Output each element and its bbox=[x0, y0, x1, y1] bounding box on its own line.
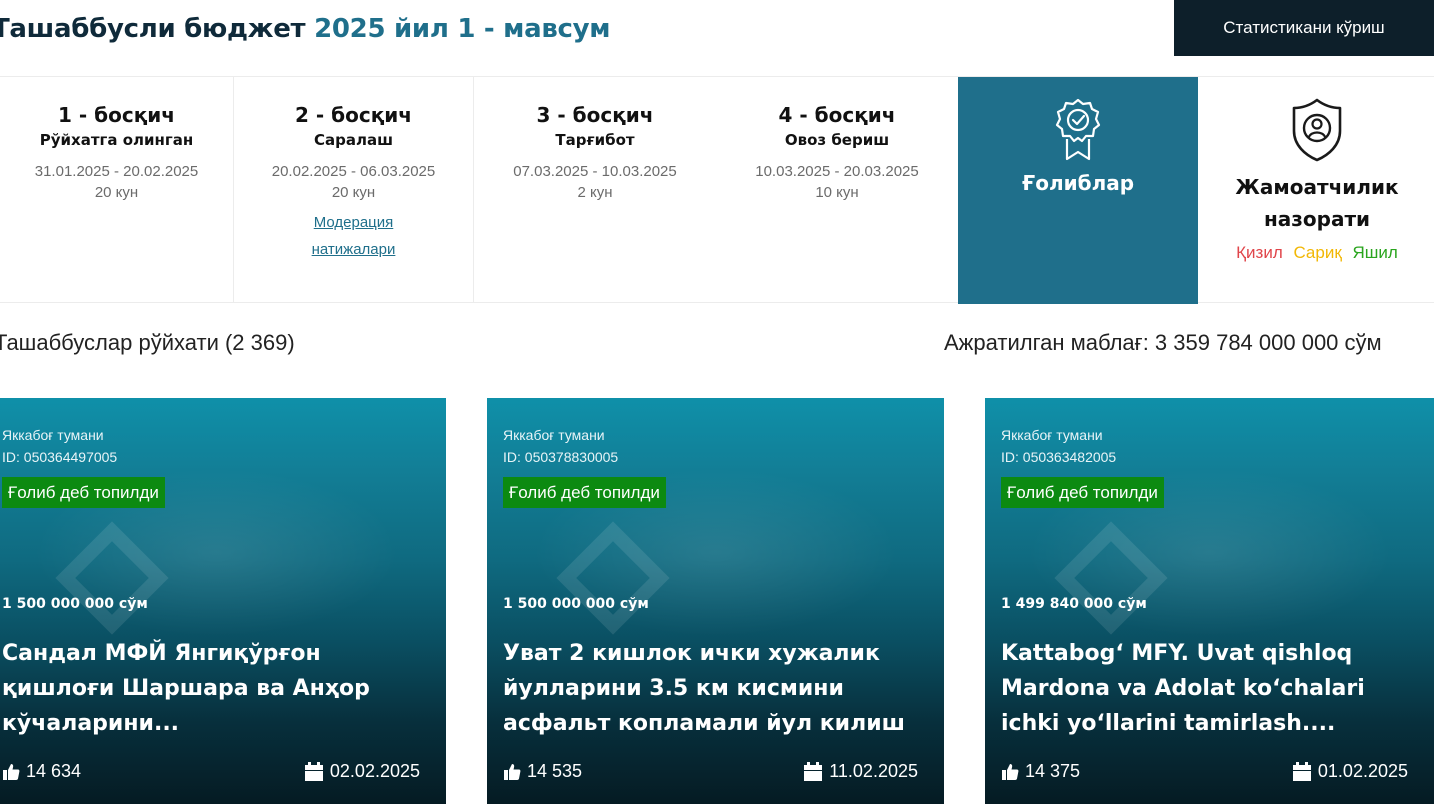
card-likes: 14 535 bbox=[503, 761, 582, 782]
stage-title: 3 - босқич bbox=[536, 103, 654, 127]
watermark-logo-shape bbox=[556, 521, 670, 635]
winner-status-badge: Ғолиб деб топилди bbox=[1001, 477, 1164, 508]
card-district: Яккабоғ тумани bbox=[2, 427, 104, 443]
filter-yellow[interactable]: Сариқ bbox=[1293, 243, 1341, 262]
card-amount: 1 499 840 000 сўм bbox=[1001, 596, 1147, 612]
stage-1: 1 - босқич Рўйхатга олинган 31.01.2025 -… bbox=[0, 77, 234, 303]
view-statistics-button[interactable]: Статистикани кўриш bbox=[1174, 0, 1434, 56]
page-title-prefix: Ташаббусли бюджет bbox=[0, 14, 306, 44]
card-amount: 1 500 000 000 сўм bbox=[503, 596, 649, 612]
initiative-card[interactable]: Яккабоғ тумани ID: 050364497005 Ғолиб де… bbox=[0, 398, 446, 804]
card-title: Сандал МФЙ Янгиқўрғон қишлоғи Шаршара ва… bbox=[2, 641, 370, 736]
stage-name: Саралаш bbox=[313, 131, 394, 149]
card-date: 01.02.2025 bbox=[1292, 761, 1408, 782]
shield-user-icon bbox=[1292, 98, 1342, 162]
stage-3: 3 - босқич Тарғибот 07.03.2025 - 10.03.2… bbox=[474, 77, 716, 303]
public-control-tile[interactable]: Жамоатчилик назорати Қизил Сариқ Яшил bbox=[1200, 77, 1434, 304]
stage-dates: 31.01.2025 - 20.02.2025 bbox=[34, 163, 199, 180]
card-id: ID: 050378830005 bbox=[503, 449, 619, 465]
stage-2: 2 - босқич Саралаш 20.02.2025 - 06.03.20… bbox=[234, 77, 474, 303]
calendar-icon bbox=[1292, 761, 1311, 781]
page-title: Ташаббусли бюджет 2025 йил 1 - мавсум bbox=[0, 14, 610, 44]
stage-title: 4 - босқич bbox=[778, 103, 896, 127]
card-id: ID: 050363482005 bbox=[1001, 449, 1117, 465]
card-date: 02.02.2025 bbox=[304, 761, 420, 782]
card-district: Яккабоғ тумани bbox=[1001, 427, 1103, 443]
filter-red[interactable]: Қизил bbox=[1236, 243, 1283, 262]
date-value: 02.02.2025 bbox=[329, 761, 420, 781]
likes-count: 14 375 bbox=[1025, 761, 1081, 781]
stages-strip: 1 - босқич Рўйхатга олинган 31.01.2025 -… bbox=[0, 76, 1434, 304]
initiative-card[interactable]: Яккабоғ тумани ID: 050378830005 Ғолиб де… bbox=[487, 398, 944, 804]
stage-dates: 10.03.2025 - 20.03.2025 bbox=[755, 163, 919, 180]
stage-4: 4 - босқич Овоз бериш 10.03.2025 - 20.03… bbox=[716, 77, 958, 303]
stage-dates: 20.02.2025 - 06.03.2025 bbox=[271, 163, 436, 180]
likes-count: 14 634 bbox=[26, 761, 82, 781]
page-title-season: 2025 йил 1 - мавсум bbox=[314, 14, 611, 44]
card-date: 11.02.2025 bbox=[803, 761, 918, 782]
winner-status-badge: Ғолиб деб топилди bbox=[2, 477, 165, 508]
stage-title: 2 - босқич bbox=[294, 103, 413, 127]
card-amount: 1 500 000 000 сўм bbox=[2, 596, 148, 612]
watermark-logo-shape bbox=[1054, 521, 1168, 635]
thumbs-up-icon bbox=[1002, 763, 1019, 780]
moderation-results-link[interactable]: Модерация натижалари bbox=[289, 209, 419, 263]
winners-tile[interactable]: Ғолиблар bbox=[958, 77, 1198, 304]
stage-dates: 07.03.2025 - 10.03.2025 bbox=[513, 163, 677, 180]
stage-title: 1 - босқич bbox=[57, 103, 176, 127]
stage-days: 2 кун bbox=[577, 184, 613, 201]
watermark-logo-shape bbox=[55, 521, 169, 635]
winners-label: Ғолиблар bbox=[1021, 171, 1135, 195]
card-title: Kattabogʻ MFY. Uvat qishloq Mardona va A… bbox=[1001, 641, 1365, 736]
stage-name: Рўйхатга олинган bbox=[39, 131, 194, 149]
date-value: 01.02.2025 bbox=[1317, 761, 1408, 781]
initiative-card[interactable]: Яккабоғ тумани ID: 050363482005 Ғолиб де… bbox=[985, 398, 1434, 804]
public-control-label: Жамоатчилик назорати bbox=[1235, 175, 1399, 231]
likes-count: 14 535 bbox=[527, 761, 583, 781]
card-district: Яккабоғ тумани bbox=[503, 427, 605, 443]
card-likes: 14 375 bbox=[1001, 761, 1080, 782]
thumbs-up-icon bbox=[3, 763, 20, 780]
allocated-budget: Ажратилган маблағ: 3 359 784 000 000 сўм bbox=[944, 330, 1382, 355]
stage-days: 20 кун bbox=[94, 184, 139, 201]
card-likes: 14 634 bbox=[2, 761, 81, 782]
calendar-icon bbox=[804, 761, 823, 781]
thumbs-up-icon bbox=[504, 763, 521, 780]
winner-status-badge: Ғолиб деб топилди bbox=[503, 477, 666, 508]
date-value: 11.02.2025 bbox=[829, 761, 918, 781]
stage-days: 20 кун bbox=[331, 184, 376, 201]
initiatives-list-title: Ташаббуслар рўйхати (2 369) bbox=[0, 330, 295, 355]
stage-name: Овоз бериш bbox=[784, 131, 890, 149]
card-title: Уват 2 кишлок ички хужалик йулларини 3.5… bbox=[503, 641, 905, 736]
control-color-filters: Қизил Сариқ Яшил bbox=[1200, 243, 1434, 263]
calendar-icon bbox=[304, 761, 323, 781]
card-id: ID: 050364497005 bbox=[2, 449, 118, 465]
filter-green[interactable]: Яшил bbox=[1353, 243, 1398, 262]
stage-name: Тарғибот bbox=[555, 131, 635, 149]
award-badge-icon bbox=[1055, 98, 1101, 161]
stage-days: 10 кун bbox=[815, 184, 859, 201]
